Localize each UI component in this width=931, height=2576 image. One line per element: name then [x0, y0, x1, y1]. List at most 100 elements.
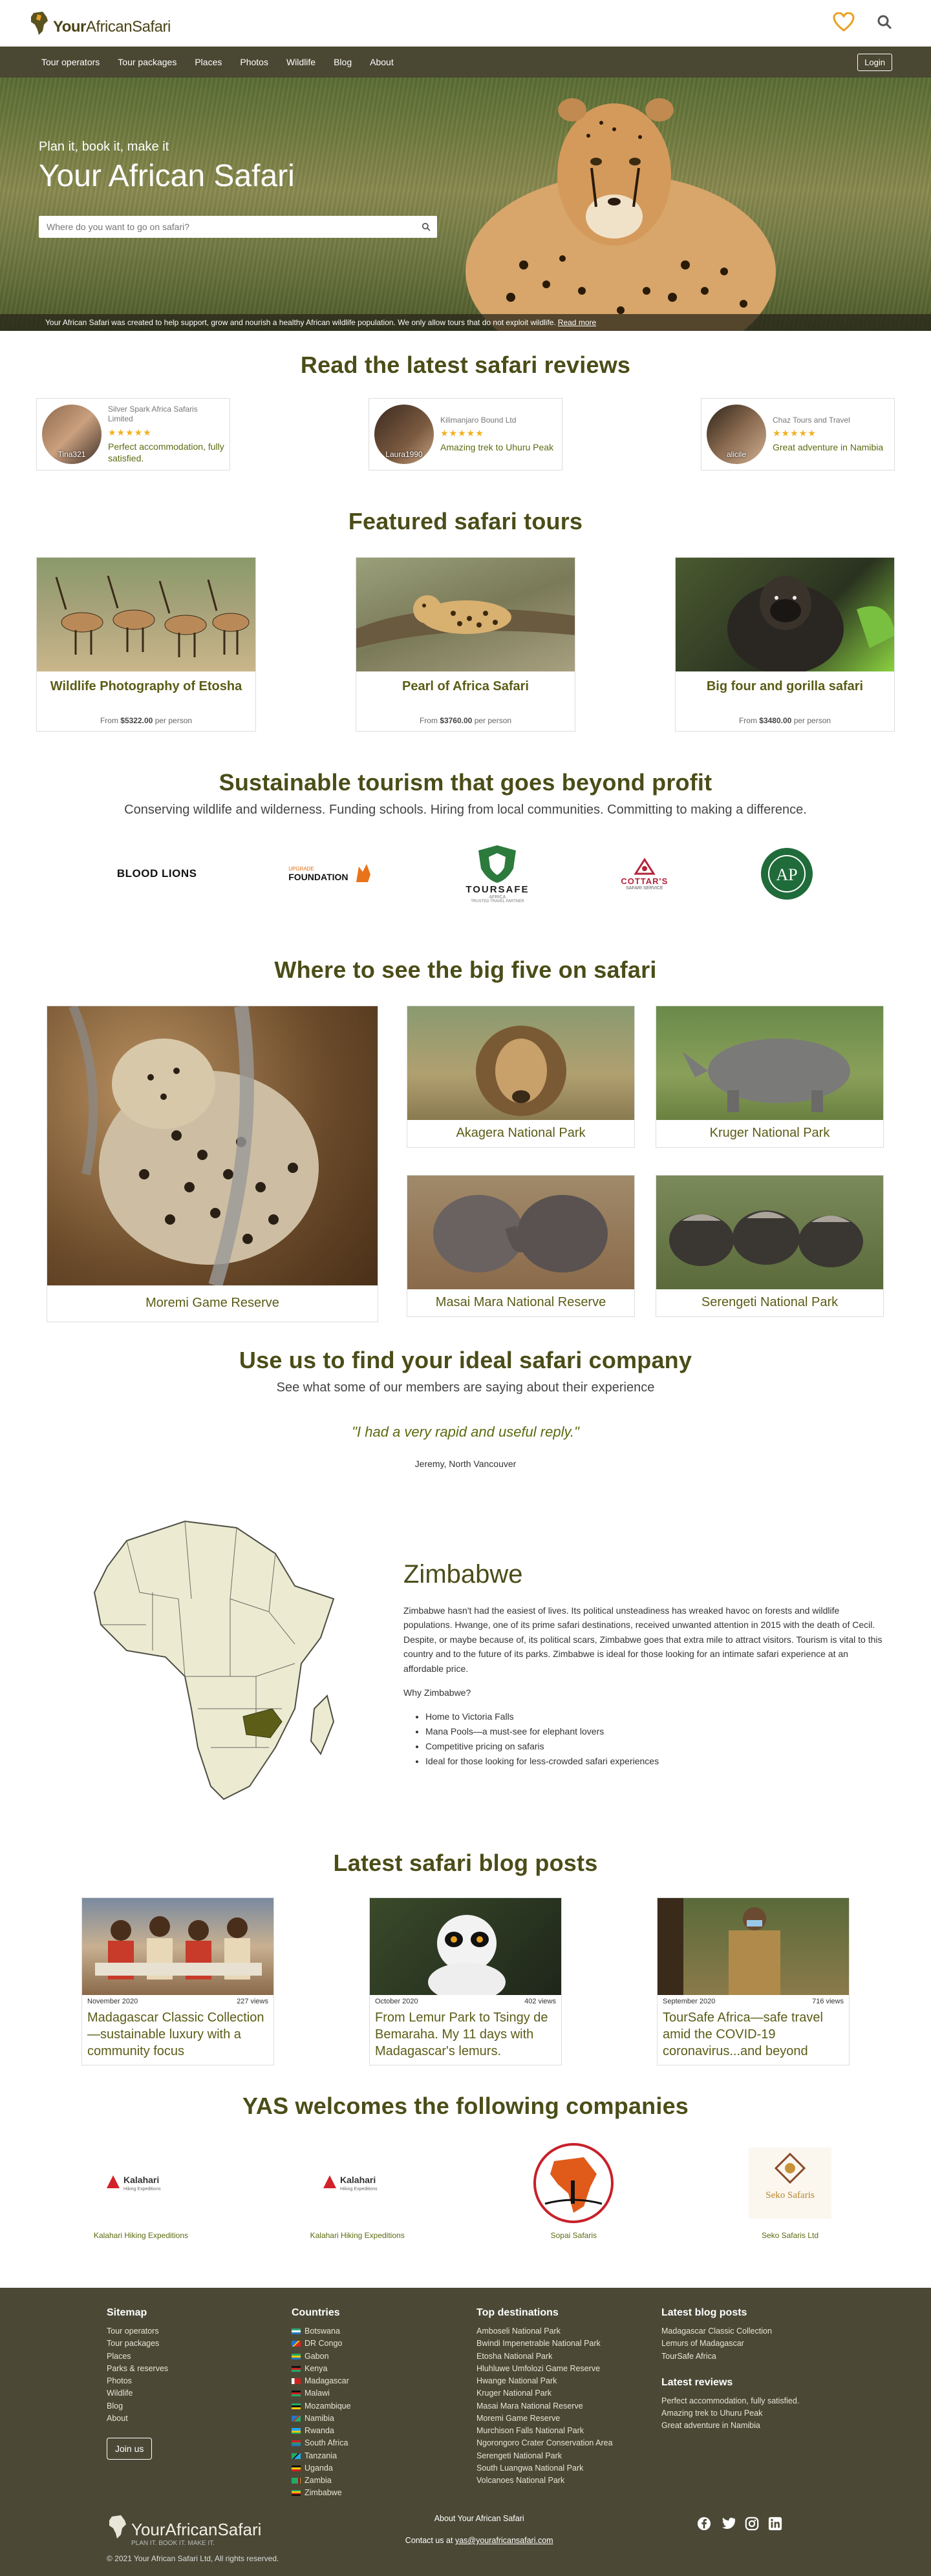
footer-link[interactable]: Wildlife: [107, 2387, 292, 2400]
country-link[interactable]: Zambia: [292, 2475, 476, 2487]
destination-link[interactable]: Bwindi Impenetrable National Park: [476, 2338, 661, 2350]
partner-ap[interactable]: AP: [760, 847, 814, 901]
company-name: Sopai Safaris: [550, 2231, 597, 2240]
footer-link[interactable]: Tour packages: [107, 2338, 292, 2350]
partner-foundation[interactable]: UPGRADE FOUNDATION: [288, 863, 374, 885]
partner-blood-lions[interactable]: BLOOD LIONS: [117, 867, 197, 880]
blog-card[interactable]: September 2020 716 views TourSafe Africa—…: [657, 1897, 850, 2065]
footer-blog-reviews: Latest blog posts Madagascar Classic Col…: [661, 2307, 855, 2500]
destination-link[interactable]: Etosha National Park: [476, 2350, 661, 2363]
company-item[interactable]: Seko Safaris Seko Safaris Ltd: [732, 2144, 848, 2241]
footer-blog-link[interactable]: TourSafe Africa: [661, 2350, 855, 2363]
country-link[interactable]: Namibia: [292, 2412, 476, 2425]
country-link[interactable]: Kenya: [292, 2363, 476, 2375]
country-link[interactable]: Madagascar: [292, 2375, 476, 2387]
destination-link[interactable]: Serengeti National Park: [476, 2450, 661, 2462]
tour-price: From $3760.00 per person: [419, 716, 512, 725]
park-card[interactable]: Akagera National Park: [407, 1006, 635, 1148]
country-link[interactable]: Botswana: [292, 2325, 476, 2338]
tour-card[interactable]: Pearl of Africa Safari From $3760.00 per…: [356, 557, 575, 732]
africa-map[interactable]: [88, 1515, 347, 1812]
instagram-icon[interactable]: [745, 2517, 759, 2534]
footer-blog-link[interactable]: Lemurs of Madagascar: [661, 2338, 855, 2350]
park-card[interactable]: Masai Mara National Reserve: [407, 1175, 635, 1317]
nav-blog[interactable]: Blog: [325, 57, 361, 67]
review-card[interactable]: Laura1990 Kilimanjaro Bound Ltd ★★★★★ Am…: [369, 398, 562, 470]
heart-icon[interactable]: [833, 11, 855, 35]
nav-places[interactable]: Places: [186, 57, 231, 67]
footer-blog-link[interactable]: Madagascar Classic Collection: [661, 2325, 855, 2338]
country-link[interactable]: Gabon: [292, 2350, 476, 2363]
about-link[interactable]: About Your African Safari: [434, 2514, 524, 2523]
login-button[interactable]: Login: [857, 53, 892, 71]
blog-card[interactable]: November 2020 227 views Madagascar Classi…: [81, 1897, 274, 2065]
country-link[interactable]: Tanzania: [292, 2450, 476, 2462]
footer-link[interactable]: About: [107, 2412, 292, 2425]
park-card[interactable]: Serengeti National Park: [656, 1175, 884, 1317]
read-more-link[interactable]: Read more: [558, 318, 596, 327]
destination-link[interactable]: South Luangwa National Park: [476, 2462, 661, 2475]
tour-card[interactable]: Big four and gorilla safari From $3480.0…: [675, 557, 895, 732]
facebook-icon[interactable]: [697, 2517, 711, 2534]
destination-link[interactable]: Masai Mara National Reserve: [476, 2400, 661, 2412]
country-link[interactable]: Zimbabwe: [292, 2487, 476, 2499]
country-link[interactable]: Uganda: [292, 2462, 476, 2475]
footer-link[interactable]: Parks & reserves: [107, 2363, 292, 2375]
destination-link[interactable]: Ngorongoro Crater Conservation Area: [476, 2437, 661, 2449]
destination-link[interactable]: Murchison Falls National Park: [476, 2425, 661, 2437]
svg-text:Seko Safaris: Seko Safaris: [765, 2190, 815, 2201]
twitter-icon[interactable]: [720, 2517, 736, 2534]
destination-link[interactable]: Hwange National Park: [476, 2375, 661, 2387]
country-link[interactable]: South Africa: [292, 2437, 476, 2449]
review-card[interactable]: alicile Chaz Tours and Travel ★★★★★ Grea…: [701, 398, 895, 470]
tour-price: From $3480.00 per person: [738, 716, 831, 725]
list-item: Competitive pricing on safaris: [425, 1739, 886, 1754]
nav-about[interactable]: About: [361, 57, 403, 67]
site-logo[interactable]: YourAfricanSafari: [28, 10, 171, 36]
country-link[interactable]: Rwanda: [292, 2425, 476, 2437]
hero-subtitle: Plan it, book it, make it: [39, 140, 169, 154]
company-item[interactable]: Kalahari Hiking Expeditions Kalahari Hiki…: [299, 2144, 416, 2241]
footer-link[interactable]: Blog: [107, 2400, 292, 2412]
park-card[interactable]: Moremi Game Reserve: [47, 1004, 378, 1322]
footer-link[interactable]: Photos: [107, 2375, 292, 2387]
footer-tagline: PLAN IT. BOOK IT. MAKE IT.: [131, 2540, 215, 2547]
footer-heading: Sitemap: [107, 2307, 147, 2318]
search-icon[interactable]: [415, 222, 437, 231]
country-link[interactable]: DR Congo: [292, 2338, 476, 2350]
blog-post-title: TourSafe Africa—safe travel amid the COV…: [663, 2011, 823, 2058]
nav-photos[interactable]: Photos: [231, 57, 277, 67]
mission-text: Your African Safari was created to help …: [45, 318, 556, 327]
destination-link[interactable]: Volcanoes National Park: [476, 2475, 661, 2487]
footer-heading: Latest reviews: [661, 2376, 733, 2388]
nav-wildlife[interactable]: Wildlife: [277, 57, 325, 67]
join-us-button[interactable]: Join us: [107, 2438, 153, 2460]
tour-card[interactable]: Wildlife Photography of Etosha From $532…: [36, 557, 256, 732]
destination-link[interactable]: Hluhluwe Umfolozi Game Reserve: [476, 2363, 661, 2375]
footer-link[interactable]: Tour operators: [107, 2325, 292, 2338]
zimbabwe-why: Why Zimbabwe?: [403, 1687, 471, 1698]
search-icon[interactable]: [877, 14, 892, 33]
footer-logo[interactable]: YourAfricanSafari: [107, 2514, 261, 2540]
country-link[interactable]: Mozambique: [292, 2400, 476, 2412]
footer-review-link[interactable]: Great adventure in Namibia: [661, 2420, 855, 2432]
company-item[interactable]: Sopai Safaris: [515, 2143, 632, 2241]
review-card[interactable]: Tina321 Silver Spark Africa Safaris Limi…: [36, 398, 230, 470]
company-item[interactable]: Kalahari Hiking Expeditions Kalahari Hiki…: [83, 2144, 199, 2241]
partner-toursafe[interactable]: TOURSAFE AFRICA TRUSTED TRAVEL PARTNER: [466, 844, 529, 903]
footer-review-link[interactable]: Perfect accommodation, fully satisfied.: [661, 2395, 855, 2407]
blog-card[interactable]: October 2020 402 views From Lemur Park to…: [369, 1897, 562, 2065]
nav-tour-operators[interactable]: Tour operators: [32, 57, 109, 67]
destination-link[interactable]: Kruger National Park: [476, 2387, 661, 2400]
linkedin-icon[interactable]: [768, 2517, 782, 2534]
destination-link[interactable]: Moremi Game Reserve: [476, 2412, 661, 2425]
park-card[interactable]: Kruger National Park: [656, 1006, 884, 1148]
footer-review-link[interactable]: Amazing trek to Uhuru Peak: [661, 2407, 855, 2420]
destination-link[interactable]: Amboseli National Park: [476, 2325, 661, 2338]
country-link[interactable]: Malawi: [292, 2387, 476, 2400]
hero-search-input[interactable]: [39, 216, 415, 237]
footer-link[interactable]: Places: [107, 2350, 292, 2363]
partner-cottars[interactable]: COTTAR'S SAFARI SERVICE: [621, 857, 668, 891]
nav-tour-packages[interactable]: Tour packages: [109, 57, 186, 67]
email-link[interactable]: yas@yourafricansafari.com: [455, 2536, 553, 2545]
